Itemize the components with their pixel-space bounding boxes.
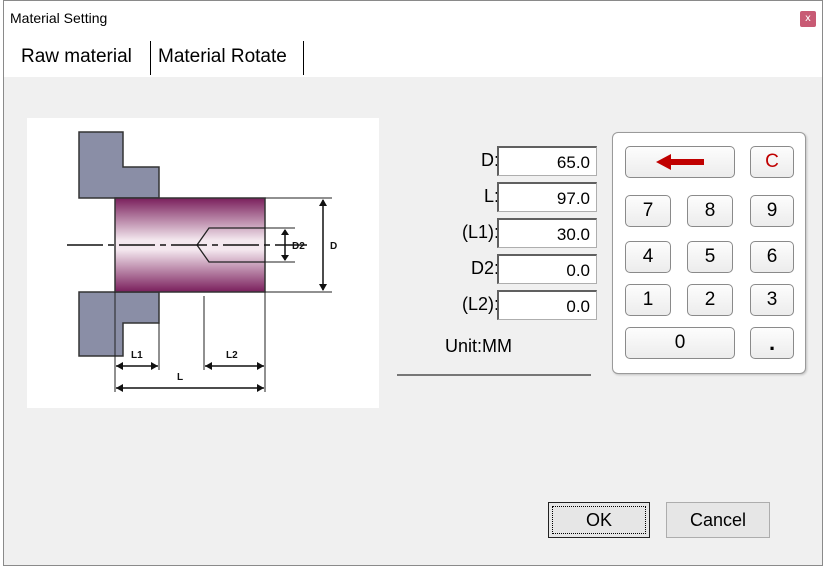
field-label-d2: D2:: [470, 258, 499, 278]
unit-label: Unit:MM: [445, 336, 512, 356]
clear-key[interactable]: C: [750, 146, 794, 178]
l1-input[interactable]: [497, 218, 597, 248]
numeric-keypad: C 7 8 9 4 5 6 1 2 3 0 .: [612, 132, 806, 374]
cancel-button[interactable]: Cancel: [666, 502, 770, 538]
key-6[interactable]: 6: [750, 241, 794, 273]
label-d: D: [330, 241, 337, 252]
material-diagram: D2 D L1 L2 L: [27, 118, 379, 408]
field-label-l2: (L2):: [461, 294, 499, 314]
field-row-l1: (L1):: [395, 218, 605, 248]
key-4[interactable]: 4: [625, 241, 671, 273]
d-input[interactable]: [497, 146, 597, 176]
field-row-d: D:: [395, 146, 605, 176]
backspace-key[interactable]: [625, 146, 735, 178]
label-l1: L1: [131, 350, 143, 361]
label-l2: L2: [226, 350, 238, 361]
ok-button-label: OK: [552, 506, 646, 534]
field-row-d2: D2:: [395, 254, 605, 284]
left-arrow-icon: [656, 153, 704, 170]
field-label-l1: (L1):: [461, 222, 499, 242]
ok-button[interactable]: OK: [548, 502, 650, 538]
field-row-l2: (L2):: [395, 290, 605, 320]
key-5[interactable]: 5: [687, 241, 733, 273]
label-d2: D2: [292, 241, 305, 252]
key-2[interactable]: 2: [687, 284, 733, 316]
key-8[interactable]: 8: [687, 195, 733, 227]
upper-chuck-jaw: [78, 131, 160, 199]
tab-bar: Raw material Material Rotate: [4, 33, 822, 77]
key-9[interactable]: 9: [750, 195, 794, 227]
divider: [397, 374, 591, 376]
key-7[interactable]: 7: [625, 195, 671, 227]
l2-input[interactable]: [497, 290, 597, 320]
tab-material-rotate[interactable]: Material Rotate: [152, 41, 304, 75]
title-bar: Material Setting x: [4, 1, 822, 33]
l-input[interactable]: [497, 182, 597, 212]
tab-raw-material[interactable]: Raw material: [15, 41, 151, 75]
label-l: L: [177, 372, 183, 383]
key-1[interactable]: 1: [625, 284, 671, 316]
decimal-point-key[interactable]: .: [750, 327, 794, 359]
field-row-l: L:: [395, 182, 605, 212]
key-0[interactable]: 0: [625, 327, 735, 359]
d2-input[interactable]: [497, 254, 597, 284]
key-3[interactable]: 3: [750, 284, 794, 316]
lower-chuck-jaw: [78, 291, 160, 357]
window-title: Material Setting: [10, 10, 108, 26]
material-diagram-svg: D2 D L1 L2 L: [67, 131, 337, 392]
close-button[interactable]: x: [800, 11, 816, 27]
